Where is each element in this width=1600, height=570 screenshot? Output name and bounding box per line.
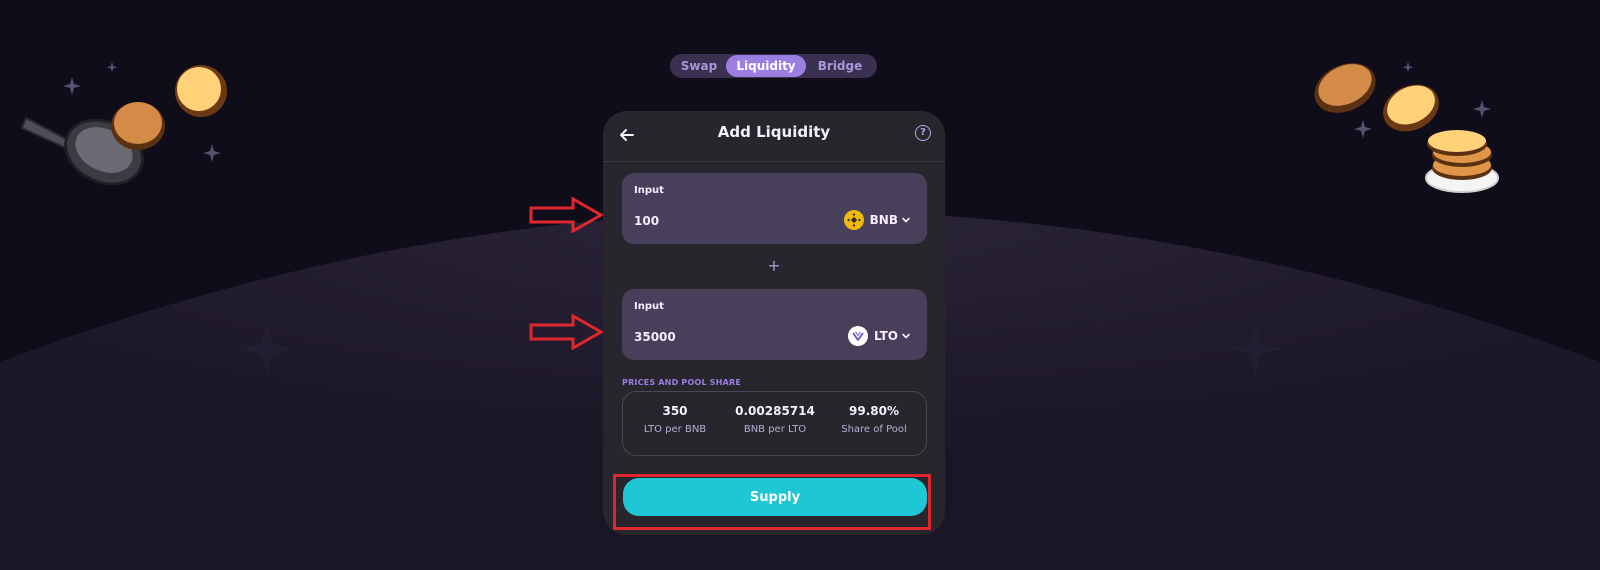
annotation-arrow-icon: [529, 314, 605, 350]
bnb-coin-icon: [843, 210, 864, 230]
sparkle-icon: [106, 62, 118, 73]
plus-icon: +: [767, 256, 781, 275]
price-bnb-per-lto: 0.00285714 BNB per LTO: [725, 404, 825, 435]
token-symbol-bnb: BNB: [869, 213, 898, 227]
input-label: Input: [634, 301, 664, 312]
pancake-stack-icon: [1425, 130, 1499, 193]
lto-coin-icon: [847, 326, 868, 346]
sparkle-icon: [1473, 100, 1491, 118]
input-label: Input: [634, 185, 664, 196]
tab-bridge[interactable]: Bridge: [806, 55, 874, 77]
token-select-bnb[interactable]: BNB: [843, 209, 911, 231]
price-lto-per-bnb: 350 LTO per BNB: [625, 404, 725, 435]
sparkle-icon: [1402, 62, 1414, 73]
pool-value: 350: [662, 404, 688, 418]
question-circle-icon[interactable]: ?: [915, 125, 931, 141]
share-of-pool: 99.80% Share of Pool: [824, 404, 924, 435]
card-header: Add Liquidity ?: [603, 111, 945, 162]
pancake-icon: [111, 102, 165, 150]
page-title: Add Liquidity: [717, 123, 831, 141]
amount-input-bnb[interactable]: [634, 211, 804, 231]
section-label: PRICES AND POOL SHARE: [622, 378, 742, 387]
token-symbol-lto: LTO: [873, 329, 898, 343]
sparkle-icon: [203, 144, 221, 162]
pool-value: 99.80%: [849, 404, 899, 418]
sparkle-icon: [63, 77, 81, 95]
annotation-arrow-icon: [529, 197, 605, 233]
currency-input-panel-bnb: Input BNB: [622, 173, 927, 244]
pool-value: 0.00285714: [735, 404, 815, 418]
sparkle-icon: [1354, 120, 1372, 138]
tab-swap[interactable]: Swap: [672, 55, 726, 77]
pool-share-box: 350 LTO per BNB 0.00285714 BNB per LTO 9…: [622, 391, 927, 456]
pancake-icon: [1314, 63, 1376, 113]
pool-caption: BNB per LTO: [743, 424, 807, 435]
pancake-icon: [175, 65, 227, 117]
pool-caption: LTO per BNB: [643, 424, 707, 435]
token-select-lto[interactable]: LTO: [847, 325, 911, 347]
liquidity-nav-tabs: Swap Liquidity Bridge: [670, 54, 877, 78]
tab-liquidity[interactable]: Liquidity: [726, 55, 806, 77]
amount-input-lto[interactable]: [634, 327, 804, 347]
add-liquidity-card: Add Liquidity ? Input BNB +: [603, 111, 945, 535]
pool-caption: Share of Pool: [841, 424, 907, 435]
pancake-icon: [1383, 84, 1439, 132]
chevron-down-icon: [902, 217, 910, 223]
currency-input-panel-lto: Input LTO: [622, 289, 927, 360]
annotation-highlight-box: [613, 474, 931, 530]
chevron-down-icon: [902, 333, 910, 339]
